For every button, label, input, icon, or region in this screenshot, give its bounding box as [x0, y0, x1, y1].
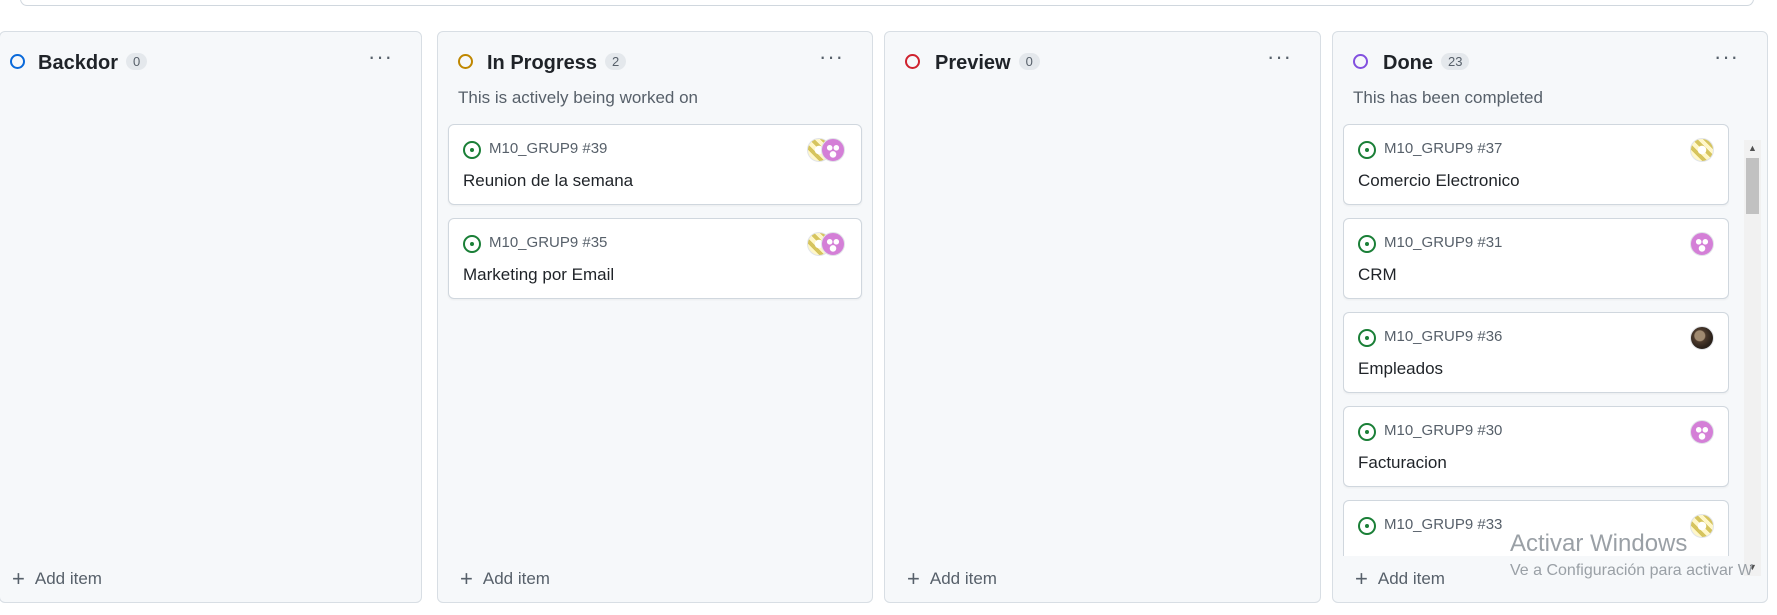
card-list: M10_GRUP9 #37 Comercio Electronico M10_G…: [1343, 124, 1729, 556]
column-title-text: Preview: [935, 52, 1011, 74]
issue-reference[interactable]: M10_GRUP9 #36: [1384, 328, 1502, 345]
column-title: Done 23: [1383, 52, 1470, 75]
issue-reference[interactable]: M10_GRUP9 #39: [489, 140, 607, 157]
issue-title[interactable]: Comercio Electronico: [1358, 171, 1520, 191]
column-title-text: Done: [1383, 52, 1433, 74]
issue-card[interactable]: M10_GRUP9 #36 Empleados: [1343, 312, 1729, 393]
plus-icon: +: [907, 566, 920, 591]
column-title-text: In Progress: [487, 52, 598, 74]
column-count-badge: 2: [605, 53, 627, 70]
add-item-label: Add item: [929, 569, 997, 588]
column-in-progress: In Progress 2 ··· This is actively being …: [437, 31, 873, 603]
top-search-bar[interactable]: [20, 0, 1754, 6]
column-description: This has been completed: [1353, 88, 1543, 107]
vertical-scrollbar[interactable]: ▲ ▼: [1744, 140, 1761, 576]
issue-reference[interactable]: M10_GRUP9 #30: [1384, 422, 1502, 439]
issue-title[interactable]: Reunion de la semana: [463, 171, 633, 191]
issue-title[interactable]: Facturacion: [1358, 453, 1447, 473]
issue-card[interactable]: M10_GRUP9 #31 CRM: [1343, 218, 1729, 299]
windows-activation-watermark: Activar Windows Ve a Configuración para …: [1510, 530, 1753, 580]
column-more-options-icon[interactable]: ···: [368, 46, 393, 68]
issue-open-icon: [1358, 235, 1376, 253]
issue-reference[interactable]: M10_GRUP9 #33: [1384, 516, 1502, 533]
issue-open-icon: [463, 141, 481, 159]
status-circle-icon: [458, 54, 473, 69]
issue-open-icon: [1358, 141, 1376, 159]
issue-open-icon: [1358, 517, 1376, 535]
add-item-button[interactable]: + Add item: [12, 566, 102, 592]
plus-icon: +: [1355, 566, 1368, 591]
column-done: Done 23 ··· This has been completed M10_G…: [1332, 31, 1768, 603]
card-list: M10_GRUP9 #39 Reunion de la semana M10_G…: [448, 124, 862, 312]
column-description: This is actively being worked on: [458, 88, 699, 107]
column-header: In Progress 2 ···: [438, 32, 872, 92]
add-item-button[interactable]: + Add item: [907, 566, 997, 592]
add-item-label: Add item: [1377, 569, 1445, 588]
avatar[interactable]: [1690, 420, 1714, 444]
column-header: Done 23 ···: [1333, 32, 1767, 92]
column-header: Backdor 0 ···: [0, 32, 421, 92]
avatar: [821, 232, 845, 256]
issue-title[interactable]: Marketing por Email: [463, 265, 614, 285]
avatar[interactable]: [1690, 232, 1714, 256]
column-more-options-icon[interactable]: ···: [819, 46, 844, 68]
issue-card[interactable]: M10_GRUP9 #30 Facturacion: [1343, 406, 1729, 487]
column-more-options-icon[interactable]: ···: [1714, 46, 1739, 68]
column-title: Preview 0: [935, 52, 1040, 75]
avatar: [821, 138, 845, 162]
scrollbar-thumb[interactable]: [1746, 158, 1759, 214]
status-circle-icon: [905, 54, 920, 69]
scroll-up-arrow-icon[interactable]: ▲: [1744, 140, 1761, 157]
plus-icon: +: [12, 566, 25, 591]
status-circle-icon: [1353, 54, 1368, 69]
column-count-badge: 0: [1018, 53, 1040, 70]
issue-card[interactable]: M10_GRUP9 #37 Comercio Electronico: [1343, 124, 1729, 205]
issue-title[interactable]: CRM: [1358, 265, 1397, 285]
issue-reference[interactable]: M10_GRUP9 #31: [1384, 234, 1502, 251]
column-header: Preview 0 ···: [885, 32, 1320, 92]
avatar[interactable]: [1690, 138, 1714, 162]
issue-card[interactable]: M10_GRUP9 #39 Reunion de la semana: [448, 124, 862, 205]
column-title: Backdor 0: [38, 52, 148, 75]
issue-reference[interactable]: M10_GRUP9 #35: [489, 234, 607, 251]
column-preview: Preview 0 ··· + Add item: [884, 31, 1321, 603]
add-item-label: Add item: [34, 569, 102, 588]
issue-open-icon: [1358, 329, 1376, 347]
watermark-subtitle: Ve a Configuración para activar W: [1510, 562, 1753, 579]
issue-title[interactable]: Empleados: [1358, 359, 1443, 379]
assignee-avatars[interactable]: [807, 232, 847, 256]
watermark-title: Activar Windows: [1510, 530, 1688, 557]
plus-icon: +: [460, 566, 473, 591]
add-item-label: Add item: [482, 569, 550, 588]
column-title-text: Backdor: [38, 52, 119, 74]
project-board: Backdor 0 ··· + Add item In Progress 2 ··· …: [0, 31, 1777, 603]
avatar[interactable]: [1690, 326, 1714, 350]
column-count-badge: 23: [1441, 53, 1470, 70]
issue-open-icon: [463, 235, 481, 253]
issue-open-icon: [1358, 423, 1376, 441]
column-backdor: Backdor 0 ··· + Add item: [0, 31, 422, 603]
assignee-avatars[interactable]: [807, 138, 847, 162]
column-more-options-icon[interactable]: ···: [1267, 46, 1292, 68]
issue-card[interactable]: M10_GRUP9 #35 Marketing por Email: [448, 218, 862, 299]
issue-reference[interactable]: M10_GRUP9 #37: [1384, 140, 1502, 157]
status-circle-icon: [10, 54, 25, 69]
add-item-button[interactable]: + Add item: [1355, 566, 1445, 592]
column-count-badge: 0: [126, 53, 148, 70]
column-title: In Progress 2: [487, 52, 627, 75]
add-item-button[interactable]: + Add item: [460, 566, 550, 592]
